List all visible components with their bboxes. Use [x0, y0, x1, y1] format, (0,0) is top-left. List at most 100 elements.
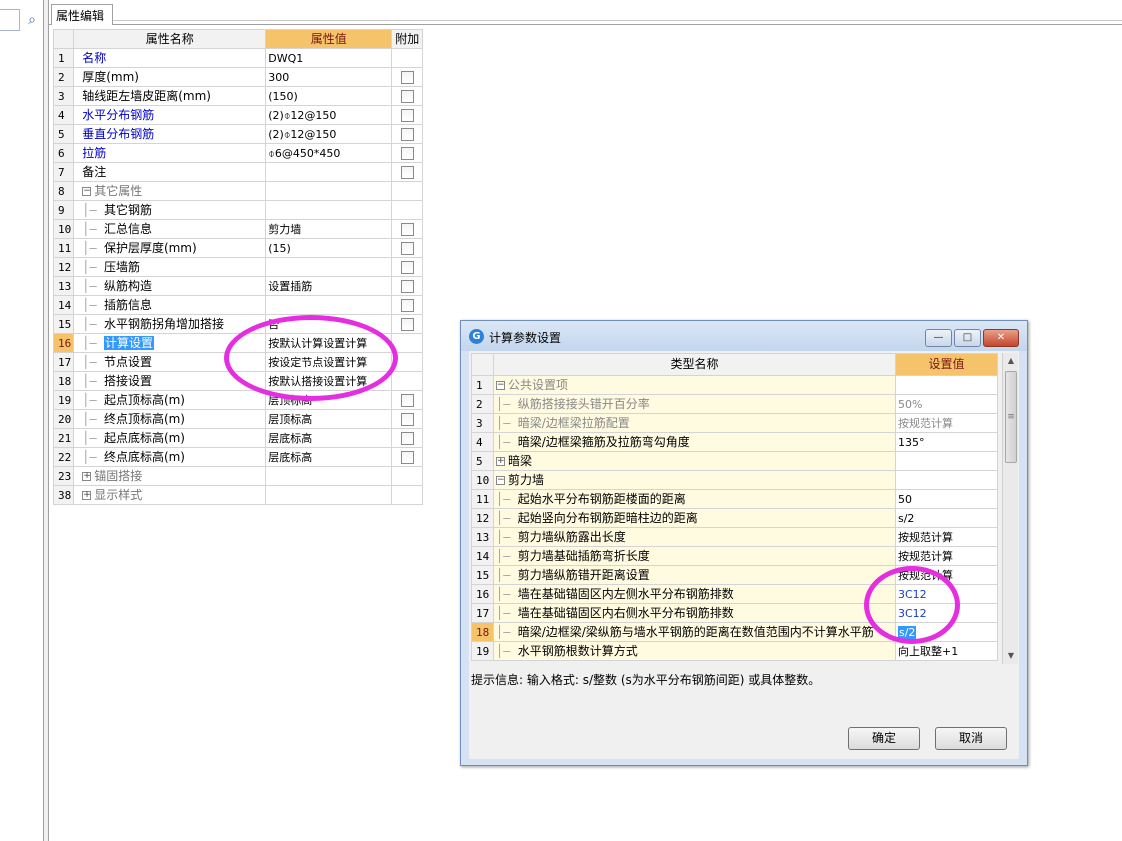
param-name-cell[interactable]: │— 剪力墙纵筋露出长度: [493, 527, 896, 547]
param-value-cell[interactable]: 按规范计算: [895, 413, 998, 433]
property-name-cell[interactable]: │— 水平钢筋拐角增加搭接: [73, 314, 267, 334]
column-header-extra[interactable]: 附加: [391, 29, 424, 49]
checkbox[interactable]: [400, 450, 414, 464]
param-name-cell[interactable]: │— 剪力墙纵筋错开距离设置: [493, 565, 896, 585]
property-name-cell[interactable]: │— 起点底标高(m): [73, 428, 267, 448]
property-name-cell[interactable]: 备注: [73, 162, 267, 182]
param-name-cell[interactable]: │— 起始水平分布钢筋距楼面的距离: [493, 489, 896, 509]
expand-icon[interactable]: +: [496, 456, 505, 466]
table-row[interactable]: 16 │— 墙在基础锚固区内左侧水平分布钢筋排数 3C12: [471, 584, 998, 604]
property-value[interactable]: 按设定节点设置计算: [265, 352, 393, 372]
param-name-cell[interactable]: │— 纵筋搭接接头错开百分率: [493, 394, 896, 414]
ok-button[interactable]: 确定: [848, 727, 920, 750]
property-name-cell[interactable]: 名称: [73, 48, 267, 68]
property-name-cell[interactable]: │— 汇总信息: [73, 219, 267, 239]
table-row[interactable]: 14 │— 剪力墙基础插筋弯折长度 按规范计算: [471, 546, 998, 566]
property-value[interactable]: 层底标高: [265, 428, 393, 448]
property-name-cell[interactable]: 垂直分布钢筋: [73, 124, 267, 144]
property-name-cell[interactable]: │— 节点设置: [73, 352, 267, 372]
checkbox[interactable]: [400, 412, 414, 426]
property-name-cell[interactable]: │— 压墙筋: [73, 257, 267, 277]
scroll-thumb[interactable]: ≡: [1005, 371, 1017, 463]
table-row[interactable]: 14 │— 插筋信息: [52, 295, 424, 315]
table-row[interactable]: 3 轴线距左墙皮距离(mm) (150): [52, 86, 424, 106]
table-row[interactable]: 15 │— 水平钢筋拐角增加搭接否: [52, 314, 424, 334]
column-header-type-name[interactable]: 类型名称: [493, 353, 896, 376]
table-row[interactable]: 13 │— 剪力墙纵筋露出长度 按规范计算: [471, 527, 998, 547]
property-value[interactable]: 否: [265, 314, 393, 334]
column-header-setting[interactable]: 设置值: [895, 353, 998, 376]
close-button[interactable]: ✕: [983, 329, 1019, 347]
dialog-titlebar[interactable]: G 计算参数设置 — □ ✕: [461, 321, 1027, 351]
property-name-cell[interactable]: │— 计算设置: [73, 333, 267, 353]
table-row[interactable]: 3 │— 暗梁/边框梁拉筋配置 按规范计算: [471, 413, 998, 433]
table-row[interactable]: 9 │— 其它钢筋: [52, 200, 424, 220]
param-name-cell[interactable]: │— 水平钢筋根数计算方式: [493, 641, 896, 661]
table-row[interactable]: 10− 剪力墙: [471, 470, 998, 490]
property-value[interactable]: (150): [265, 86, 393, 106]
checkbox[interactable]: [400, 108, 414, 122]
table-row[interactable]: 7 备注: [52, 162, 424, 182]
param-value-cell[interactable]: [895, 451, 998, 471]
property-value[interactable]: [265, 162, 393, 182]
search-icon[interactable]: ⌕: [24, 12, 40, 28]
checkbox[interactable]: [400, 127, 414, 141]
checkbox[interactable]: [400, 165, 414, 179]
table-row[interactable]: 8− 其它属性: [52, 181, 424, 201]
table-row[interactable]: 19 │— 起点顶标高(m) 层顶标高: [52, 390, 424, 410]
vertical-scrollbar[interactable]: ▲ ≡ ▼: [1002, 353, 1018, 664]
param-value-cell[interactable]: 50%: [895, 394, 998, 414]
scroll-up-arrow-icon[interactable]: ▲: [1003, 353, 1019, 369]
property-value[interactable]: 300: [265, 67, 393, 87]
param-name-cell[interactable]: − 剪力墙: [493, 470, 896, 490]
property-value[interactable]: 按默认计算设置计算: [265, 333, 393, 353]
property-name-cell[interactable]: 水平分布钢筋: [73, 105, 267, 125]
table-row[interactable]: 1 名称 DWQ1: [52, 48, 424, 68]
collapse-icon[interactable]: −: [496, 475, 505, 485]
property-name-cell[interactable]: │— 其它钢筋: [73, 200, 267, 220]
checkbox[interactable]: [400, 431, 414, 445]
param-value-cell[interactable]: 按规范计算: [895, 546, 998, 566]
table-row[interactable]: 10 │— 汇总信息 剪力墙: [52, 219, 424, 239]
maximize-button[interactable]: □: [954, 329, 981, 347]
checkbox[interactable]: [400, 70, 414, 84]
table-row[interactable]: 11 │— 保护层厚度(mm) (15): [52, 238, 424, 258]
panel-splitter[interactable]: [43, 0, 49, 841]
table-row[interactable]: 18 │— 暗梁/边框梁/梁纵筋与墙水平钢筋的距离在数值范围内不计算水平筋 s/2: [471, 622, 998, 642]
param-name-cell[interactable]: │— 暗梁/边框梁箍筋及拉筋弯勾角度: [493, 432, 896, 452]
param-name-cell[interactable]: − 公共设置项: [493, 375, 896, 395]
table-row[interactable]: 22 │— 终点底标高(m) 层底标高: [52, 447, 424, 467]
property-value[interactable]: 层底标高: [265, 447, 393, 467]
param-value-cell[interactable]: s/2: [895, 622, 998, 642]
property-value[interactable]: 剪力墙: [265, 219, 393, 239]
property-value[interactable]: ⌽6@450*450: [265, 143, 393, 163]
column-header-value[interactable]: 属性值: [265, 29, 393, 49]
table-row[interactable]: 4 │— 暗梁/边框梁箍筋及拉筋弯勾角度 135°: [471, 432, 998, 452]
table-row[interactable]: 6 拉筋 ⌽6@450*450: [52, 143, 424, 163]
property-name-cell[interactable]: 厚度(mm): [73, 67, 267, 87]
property-value[interactable]: (15): [265, 238, 393, 258]
property-name-cell[interactable]: − 其它属性: [73, 181, 267, 201]
param-name-cell[interactable]: │— 暗梁/边框梁拉筋配置: [493, 413, 896, 433]
collapse-icon[interactable]: −: [496, 380, 505, 390]
checkbox[interactable]: [400, 89, 414, 103]
param-name-cell[interactable]: │— 暗梁/边框梁/梁纵筋与墙水平钢筋的距离在数值范围内不计算水平筋: [493, 622, 896, 642]
property-value[interactable]: 层顶标高: [265, 409, 393, 429]
table-row[interactable]: 13 │— 纵筋构造 设置插筋: [52, 276, 424, 296]
param-value-cell[interactable]: 3C12: [895, 584, 998, 604]
checkbox[interactable]: [400, 279, 414, 293]
cancel-button[interactable]: 取消: [935, 727, 1007, 750]
param-value-cell[interactable]: 50: [895, 489, 998, 509]
checkbox[interactable]: [400, 241, 414, 255]
table-row[interactable]: 17 │— 节点设置 按设定节点设置计算: [52, 352, 424, 372]
column-header-name[interactable]: 属性名称: [73, 29, 267, 49]
property-value[interactable]: [265, 200, 393, 220]
param-value-cell[interactable]: 按规范计算: [895, 565, 998, 585]
property-value[interactable]: [265, 485, 393, 505]
property-name-cell[interactable]: 轴线距左墙皮距离(mm): [73, 86, 267, 106]
table-row[interactable]: 5 + 暗梁: [471, 451, 998, 471]
property-value[interactable]: [265, 295, 393, 315]
param-value-cell[interactable]: 向上取整+1: [895, 641, 998, 661]
table-row[interactable]: 5 垂直分布钢筋 (2)⌽12@150: [52, 124, 424, 144]
param-value-cell[interactable]: [895, 375, 998, 395]
